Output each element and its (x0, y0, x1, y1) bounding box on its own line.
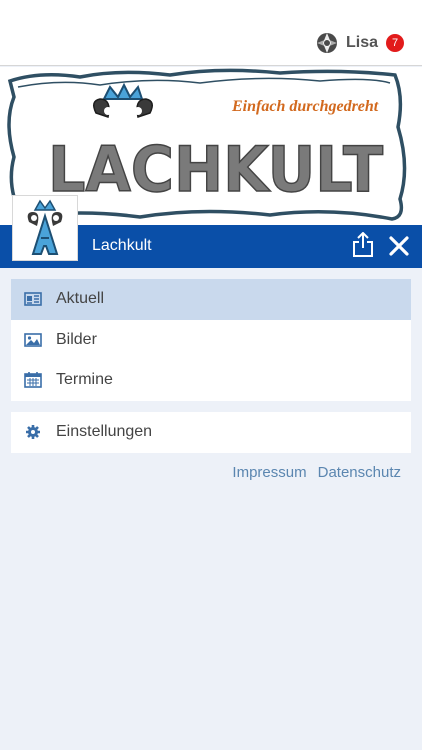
notification-badge[interactable]: 7 (386, 34, 404, 52)
image-icon (24, 332, 42, 347)
impressum-link[interactable]: Impressum (232, 464, 306, 481)
menu-label-aktuell: Aktuell (56, 290, 105, 308)
user-name[interactable]: Lisa (346, 34, 378, 52)
datenschutz-link[interactable]: Datenschutz (318, 464, 401, 481)
gear-icon (26, 425, 40, 440)
header-title: Lachkult (92, 237, 152, 254)
footer-links: Impressum Datenschutz (232, 464, 401, 481)
user-menu[interactable]: Lisa 7 (316, 32, 404, 54)
newspaper-icon (24, 292, 42, 307)
navigation-header: Lachkult (0, 195, 422, 268)
app-logo[interactable] (12, 195, 78, 261)
top-bar: Lisa 7 (0, 0, 422, 66)
share-icon[interactable] (351, 232, 375, 258)
user-status-icon (316, 33, 337, 53)
close-icon[interactable] (387, 234, 411, 258)
menu-item-termine[interactable]: Termine (11, 360, 411, 401)
menu-item-bilder[interactable]: Bilder (11, 320, 411, 361)
banner-title: LACHKULT (48, 133, 383, 206)
settings-menu: Einstellungen (11, 412, 411, 453)
main-menu: Aktuell Bilder Termine (11, 279, 411, 401)
banner-slogan: Einfach durchgedreht (231, 98, 379, 115)
menu-label-bilder: Bilder (56, 330, 97, 348)
menu-label-einstellungen: Einstellungen (56, 423, 153, 441)
logo-a-icon (27, 199, 63, 255)
menu-label-termine: Termine (56, 371, 113, 389)
menu-item-einstellungen[interactable]: Einstellungen (11, 412, 411, 453)
menu-item-aktuell[interactable]: Aktuell (11, 279, 411, 320)
calendar-icon (24, 372, 42, 389)
